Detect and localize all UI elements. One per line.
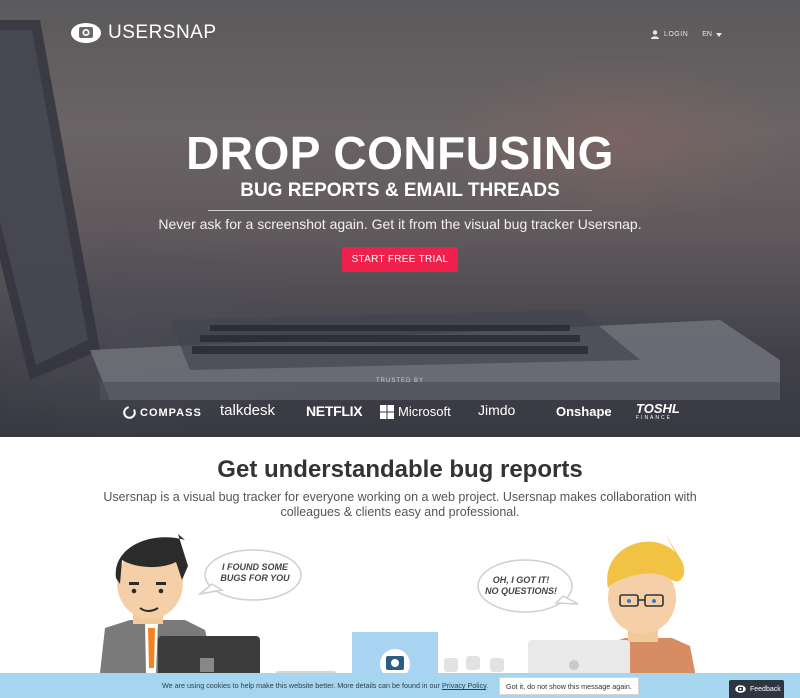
feedback-label: Feedback	[750, 685, 781, 693]
cookie-message-text: We are using cookies to help make this w…	[162, 681, 440, 690]
usersnap-logo[interactable]: USERSNAP	[70, 22, 217, 44]
jimdo-text: Jimdo	[478, 402, 516, 418]
hero-subheadline: BUG REPORTS & EMAIL THREADS	[240, 180, 560, 201]
microsoft-text: Microsoft	[398, 404, 451, 419]
compass-text: COMPASS	[140, 406, 202, 419]
talkdesk-text: talkdesk	[220, 402, 276, 419]
caret-down-icon	[716, 32, 722, 37]
login-label: LOGIN	[663, 31, 689, 38]
microsoft-icon	[380, 404, 394, 419]
toshl-subtext: FINANCE	[636, 415, 672, 421]
dismiss-cookie-button[interactable]: Got it, do not show this message again.	[499, 677, 639, 695]
login-link[interactable]: LOGIN	[650, 30, 689, 39]
compass-icon	[123, 406, 136, 419]
bubble-right-line1: OH, I GOT IT!	[493, 575, 550, 585]
start-free-trial-button[interactable]: START FREE TRIAL	[342, 247, 458, 272]
camera-icon	[71, 23, 101, 43]
feedback-tab[interactable]: Feedback	[729, 680, 784, 698]
brand-logos: COMPASS talkdesk NETFLIX Microsoft Jimdo…	[120, 400, 680, 430]
section-description: Usersnap is a visual bug tracker for eve…	[103, 490, 697, 519]
top-navigation: LOGIN EN	[650, 30, 722, 39]
netflix-text: NETFLIX	[306, 403, 363, 419]
bubble-left-line1: I FOUND SOME	[222, 562, 289, 572]
jimdo-logo: Jimdo	[478, 402, 515, 418]
compass-logo: COMPASS	[123, 406, 202, 419]
bubble-right-line2: NO QUESTIONS!	[485, 586, 557, 596]
user-icon	[650, 30, 659, 39]
logo-text: USERSNAP	[108, 22, 217, 43]
onshape-logo: Onshape	[556, 404, 612, 419]
cookie-banner: We are using cookies to help make this w…	[0, 673, 800, 698]
language-selector[interactable]: EN	[702, 31, 722, 38]
talkdesk-logo: talkdesk	[220, 402, 275, 419]
section-title: Get understandable bug reports	[217, 456, 583, 483]
camera-icon	[735, 685, 746, 693]
trusted-by-label: TRUSTED BY	[375, 378, 424, 384]
language-label: EN	[702, 31, 712, 38]
hero-section: USERSNAP LOGIN EN DROP CONFUSING BUG REP…	[0, 0, 800, 437]
cookie-message: We are using cookies to help make this w…	[162, 681, 489, 690]
bubble-left-line2: BUGS FOR YOU	[220, 573, 290, 583]
hero-headline: DROP CONFUSING	[186, 127, 614, 179]
onshape-text: Onshape	[556, 404, 612, 419]
microsoft-logo: Microsoft	[380, 404, 451, 419]
toshl-text: TOSHL	[636, 401, 680, 416]
toshl-logo: TOSHL FINANCE	[636, 402, 680, 422]
hero-divider	[208, 210, 592, 211]
netflix-logo: NETFLIX	[306, 403, 363, 419]
privacy-policy-link[interactable]: Privacy Policy	[442, 681, 486, 690]
hero-tagline: Never ask for a screenshot again. Get it…	[158, 216, 642, 232]
